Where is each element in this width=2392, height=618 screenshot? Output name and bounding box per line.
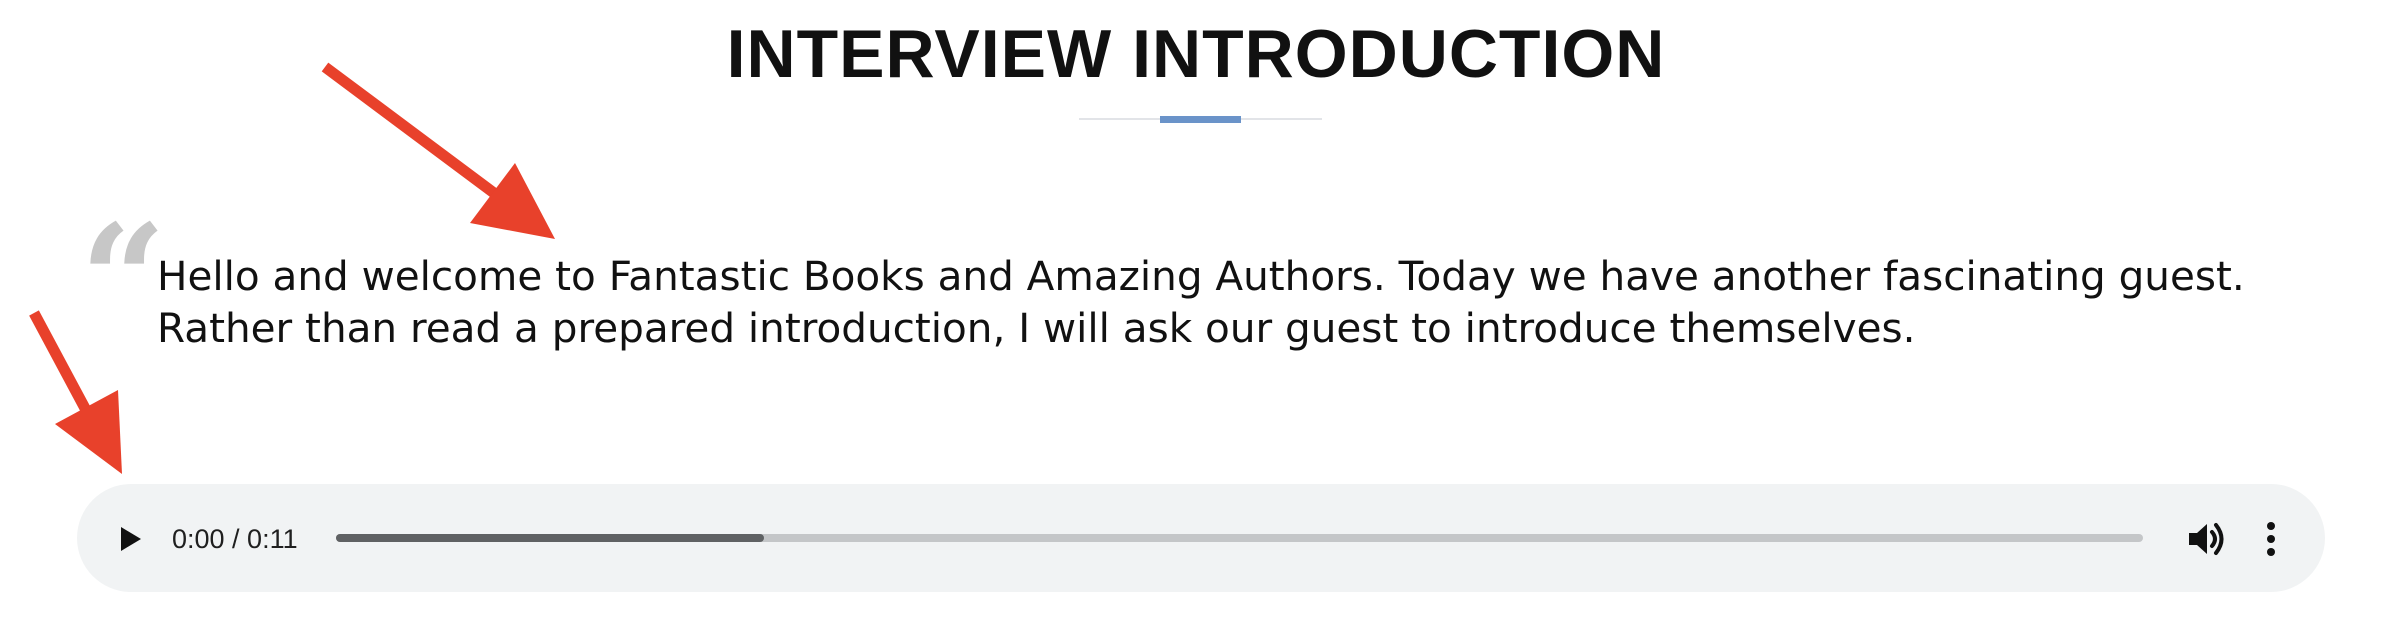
progress-slider[interactable] bbox=[336, 534, 2143, 542]
more-options-button[interactable] bbox=[2256, 514, 2286, 564]
page-title: INTERVIEW INTRODUCTION bbox=[726, 16, 1666, 92]
title-divider-accent bbox=[1160, 116, 1241, 123]
more-vertical-icon bbox=[2267, 522, 2275, 556]
quote-mark-icon: “ bbox=[80, 192, 167, 368]
time-display: 0:00 / 0:11 bbox=[172, 524, 298, 554]
intro-quote-text: Hello and welcome to Fantastic Books and… bbox=[157, 252, 2245, 352]
progress-buffered bbox=[336, 534, 765, 542]
volume-icon bbox=[2189, 523, 2224, 555]
play-button[interactable] bbox=[104, 514, 154, 564]
volume-button[interactable] bbox=[2185, 517, 2229, 561]
play-icon bbox=[121, 527, 141, 551]
